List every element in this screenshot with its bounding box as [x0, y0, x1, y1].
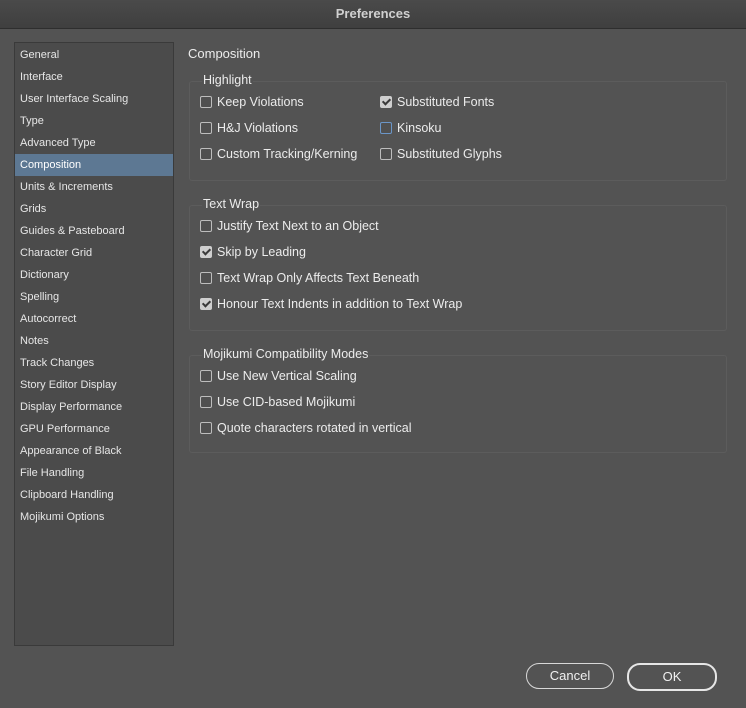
quote-characters-rotated-checkbox[interactable] [200, 422, 212, 434]
sidebar-item-general[interactable]: General [15, 44, 173, 66]
keep-violations-checkbox[interactable] [200, 96, 212, 108]
skip-by-leading-checkbox[interactable] [200, 246, 212, 258]
custom-tracking-kerning-checkbox[interactable] [200, 148, 212, 160]
sidebar-item-track-changes[interactable]: Track Changes [15, 352, 173, 374]
ok-button[interactable]: OK [627, 663, 717, 691]
sidebar-item-user-interface-scaling[interactable]: User Interface Scaling [15, 88, 173, 110]
sidebar-item-interface[interactable]: Interface [15, 66, 173, 88]
sidebar-item-grids[interactable]: Grids [15, 198, 173, 220]
sidebar-item-type[interactable]: Type [15, 110, 173, 132]
text-wrap-group-title: Text Wrap [202, 197, 261, 211]
text-wrap-only-affects-text-beneath-checkbox[interactable] [200, 272, 212, 284]
substituted-fonts-checkbox[interactable] [380, 96, 392, 108]
sidebar-item-dictionary[interactable]: Dictionary [15, 264, 173, 286]
sidebar-item-advanced-type[interactable]: Advanced Type [15, 132, 173, 154]
sidebar-item-mojikumi-options[interactable]: Mojikumi Options [15, 506, 173, 528]
hj-violations-label: H&J Violations [217, 121, 299, 135]
keep-violations-label: Keep Violations [217, 95, 304, 109]
justify-text-next-to-object-label: Justify Text Next to an Object [217, 219, 379, 233]
use-cid-based-mojikumi-checkbox[interactable] [200, 396, 212, 408]
preferences-sidebar: General Interface User Interface Scaling… [14, 42, 174, 646]
skip-by-leading-label: Skip by Leading [217, 245, 306, 259]
kinsoku-label: Kinsoku [397, 121, 442, 135]
honour-text-indents-checkbox[interactable] [200, 298, 212, 310]
custom-tracking-kerning-label: Custom Tracking/Kerning [217, 147, 358, 161]
substituted-glyphs-checkbox[interactable] [380, 148, 392, 160]
honour-text-indents-label: Honour Text Indents in addition to Text … [217, 297, 463, 311]
mojikumi-compatibility-group: Mojikumi Compatibility Modes Use New Ver… [189, 347, 727, 453]
sidebar-item-notes[interactable]: Notes [15, 330, 173, 352]
sidebar-item-autocorrect[interactable]: Autocorrect [15, 308, 173, 330]
use-cid-based-mojikumi-label: Use CID-based Mojikumi [217, 395, 356, 409]
sidebar-item-guides-pasteboard[interactable]: Guides & Pasteboard [15, 220, 173, 242]
sidebar-item-character-grid[interactable]: Character Grid [15, 242, 173, 264]
mojikumi-compatibility-group-title: Mojikumi Compatibility Modes [202, 347, 370, 361]
text-wrap-only-affects-text-beneath-label: Text Wrap Only Affects Text Beneath [217, 271, 420, 285]
sidebar-item-units-increments[interactable]: Units & Increments [15, 176, 173, 198]
sidebar-item-story-editor-display[interactable]: Story Editor Display [15, 374, 173, 396]
sidebar-item-spelling[interactable]: Spelling [15, 286, 173, 308]
sidebar-item-clipboard-handling[interactable]: Clipboard Handling [15, 484, 173, 506]
use-new-vertical-scaling-checkbox[interactable] [200, 370, 212, 382]
highlight-group: Highlight Keep Violations H&J Violations… [189, 73, 727, 181]
sidebar-item-gpu-performance[interactable]: GPU Performance [15, 418, 173, 440]
sidebar-item-display-performance[interactable]: Display Performance [15, 396, 173, 418]
use-new-vertical-scaling-label: Use New Vertical Scaling [217, 369, 357, 383]
highlight-group-title: Highlight [202, 73, 253, 87]
sidebar-item-file-handling[interactable]: File Handling [15, 462, 173, 484]
hj-violations-checkbox[interactable] [200, 122, 212, 134]
substituted-fonts-label: Substituted Fonts [397, 95, 495, 109]
window-title: Preferences [0, 0, 746, 29]
substituted-glyphs-label: Substituted Glyphs [397, 147, 502, 161]
cancel-button[interactable]: Cancel [526, 663, 614, 689]
page-title: Composition [188, 46, 261, 61]
sidebar-item-appearance-of-black[interactable]: Appearance of Black [15, 440, 173, 462]
text-wrap-group: Text Wrap Justify Text Next to an Object… [189, 197, 727, 331]
quote-characters-rotated-label: Quote characters rotated in vertical [217, 421, 412, 435]
sidebar-item-composition[interactable]: Composition [15, 154, 173, 176]
kinsoku-checkbox[interactable] [380, 122, 392, 134]
justify-text-next-to-object-checkbox[interactable] [200, 220, 212, 232]
